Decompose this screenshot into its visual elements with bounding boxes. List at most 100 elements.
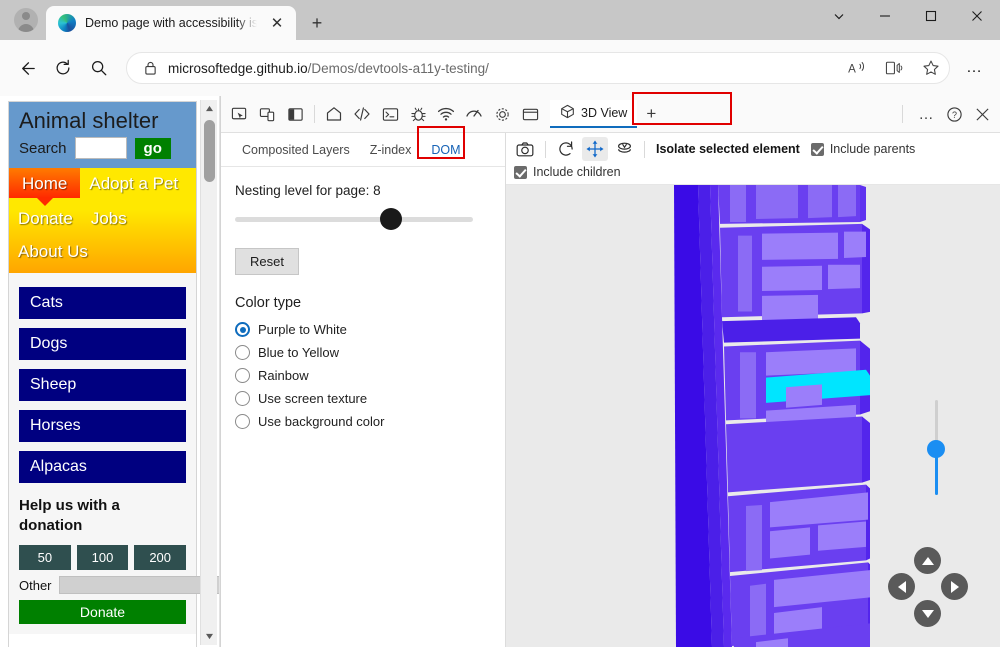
tab-close-icon[interactable]: ✕: [266, 12, 288, 34]
radio-icon[interactable]: [235, 345, 250, 360]
site-nav-about[interactable]: About Us: [9, 236, 97, 266]
radio-option-rainbow[interactable]: Rainbow: [235, 364, 491, 387]
include-parents-checkbox[interactable]: [810, 142, 824, 156]
site-nav-adopt[interactable]: Adopt a Pet: [80, 168, 187, 198]
include-children-checkbox[interactable]: [514, 165, 527, 179]
animal-link-cats[interactable]: Cats: [19, 287, 186, 320]
animal-link-horses[interactable]: Horses: [19, 410, 186, 443]
radio-label-rainbow: Rainbow: [258, 368, 309, 383]
radio-icon[interactable]: [235, 368, 250, 383]
reset-button[interactable]: Reset: [235, 248, 299, 275]
other-amount-input[interactable]: [58, 576, 219, 595]
close-window-button[interactable]: [954, 0, 1000, 32]
search-icon[interactable]: [82, 51, 116, 85]
svg-text:?: ?: [952, 109, 957, 119]
subtab-composited-layers[interactable]: Composited Layers: [233, 137, 359, 163]
back-arrow-icon[interactable]: [10, 51, 44, 85]
scroll-up-arrow-icon[interactable]: [201, 100, 217, 117]
animal-link-alpacas[interactable]: Alpacas: [19, 451, 186, 484]
include-parents-checkbox-row[interactable]: Include parents: [810, 142, 916, 156]
site-go-button[interactable]: go: [134, 137, 171, 159]
add-tool-button[interactable]: +: [637, 101, 665, 127]
devtools-help-icon[interactable]: ?: [940, 101, 968, 127]
devtools-main: Composited Layers Z-index DOM Nesting le…: [221, 133, 1000, 647]
animal-link-dogs[interactable]: Dogs: [19, 328, 186, 361]
scroll-down-arrow-icon[interactable]: [201, 628, 217, 645]
device-emulation-icon[interactable]: [253, 101, 281, 127]
edge-logo-icon: [58, 14, 76, 32]
console-icon[interactable]: [376, 101, 404, 127]
radio-option-purple-to-white[interactable]: Purple to White: [235, 318, 491, 341]
pan-up-button[interactable]: [914, 547, 941, 574]
refresh-icon[interactable]: [46, 51, 80, 85]
radio-option-blue-to-yellow[interactable]: Blue to Yellow: [235, 341, 491, 364]
animal-link-sheep[interactable]: Sheep: [19, 369, 186, 402]
radio-label-background-color: Use background color: [258, 414, 385, 429]
tab-3d-view[interactable]: 3D View: [550, 100, 638, 128]
elements-code-icon[interactable]: [348, 101, 376, 127]
nesting-level-slider[interactable]: [235, 208, 491, 230]
browser-tab[interactable]: Demo page with accessibility issu ✕: [46, 6, 296, 40]
site-search-label: Search: [19, 139, 67, 157]
pan-down-button[interactable]: [914, 600, 941, 627]
donate-submit-button[interactable]: Donate: [19, 600, 186, 625]
profile-button[interactable]: [6, 0, 46, 40]
favorite-star-icon[interactable]: [917, 54, 945, 82]
welcome-home-icon[interactable]: [320, 101, 348, 127]
amount-button-200[interactable]: 200: [134, 545, 187, 571]
performance-icon[interactable]: [460, 101, 488, 127]
slider-thumb[interactable]: [380, 208, 402, 230]
devtools-close-icon[interactable]: [968, 101, 996, 127]
lock-icon: [141, 54, 159, 82]
new-tab-button[interactable]: +: [303, 9, 331, 37]
three-d-canvas[interactable]: [506, 185, 1000, 647]
include-children-checkbox-row[interactable]: Include children: [512, 165, 994, 179]
site-body: Cats Dogs Sheep Horses Alpacas Help us w…: [9, 273, 219, 635]
triangle-down-icon: [921, 609, 934, 618]
page-scrollbar[interactable]: [200, 100, 217, 645]
view-toolbar-divider-2: [644, 140, 645, 158]
pan-move-icon[interactable]: [582, 137, 608, 161]
radio-option-screen-texture[interactable]: Use screen texture: [235, 387, 491, 410]
site-search-input[interactable]: [74, 137, 127, 160]
minimize-button[interactable]: [862, 0, 908, 32]
include-children-label: Include children: [533, 165, 621, 179]
application-icon[interactable]: [516, 101, 544, 127]
zoom-slider-thumb[interactable]: [927, 440, 945, 458]
immersive-reader-icon[interactable]: [880, 54, 908, 82]
amount-button-100[interactable]: 100: [76, 545, 129, 571]
radio-option-background-color[interactable]: Use background color: [235, 410, 491, 433]
radio-icon[interactable]: [235, 414, 250, 429]
site-nav-donate[interactable]: Donate: [9, 203, 82, 233]
devtools-more-options-icon[interactable]: …: [912, 101, 940, 127]
maximize-button[interactable]: [908, 0, 954, 32]
settings-gear-icon[interactable]: [488, 101, 516, 127]
subtab-z-index[interactable]: Z-index: [361, 137, 421, 163]
read-aloud-icon[interactable]: A: [843, 54, 871, 82]
address-bar[interactable]: microsoftedge.github.io/Demos/devtools-a…: [126, 52, 950, 84]
zoom-slider[interactable]: [927, 400, 945, 495]
tab-actions-chevron-down-icon[interactable]: [816, 0, 862, 32]
pan-left-button[interactable]: [888, 573, 915, 600]
screenshot-camera-icon[interactable]: [512, 137, 538, 161]
include-parents-label: Include parents: [829, 142, 916, 156]
site-nav-home[interactable]: Home: [9, 168, 81, 199]
pan-right-button[interactable]: [941, 573, 968, 600]
browser-more-options-icon[interactable]: …: [958, 52, 990, 84]
donation-amounts: 50 100 200: [19, 545, 187, 571]
scrollbar-thumb[interactable]: [204, 120, 215, 182]
dock-side-icon[interactable]: [281, 101, 309, 127]
inspect-element-icon[interactable]: [225, 101, 253, 127]
svg-text:A: A: [848, 63, 856, 75]
site-nav-row-1: Home Adopt a Pet: [9, 168, 196, 199]
amount-button-50[interactable]: 50: [19, 545, 71, 571]
rotate-layers-icon[interactable]: [611, 137, 637, 161]
site-nav-jobs[interactable]: Jobs: [82, 203, 136, 233]
url-path: /Demos/devtools-a11y-testing/: [307, 60, 489, 76]
debugger-bug-icon[interactable]: [404, 101, 432, 127]
reset-view-icon[interactable]: [553, 137, 579, 161]
network-icon[interactable]: [432, 101, 460, 127]
radio-icon-selected[interactable]: [235, 322, 250, 337]
subtab-dom[interactable]: DOM: [422, 137, 469, 163]
radio-icon[interactable]: [235, 391, 250, 406]
